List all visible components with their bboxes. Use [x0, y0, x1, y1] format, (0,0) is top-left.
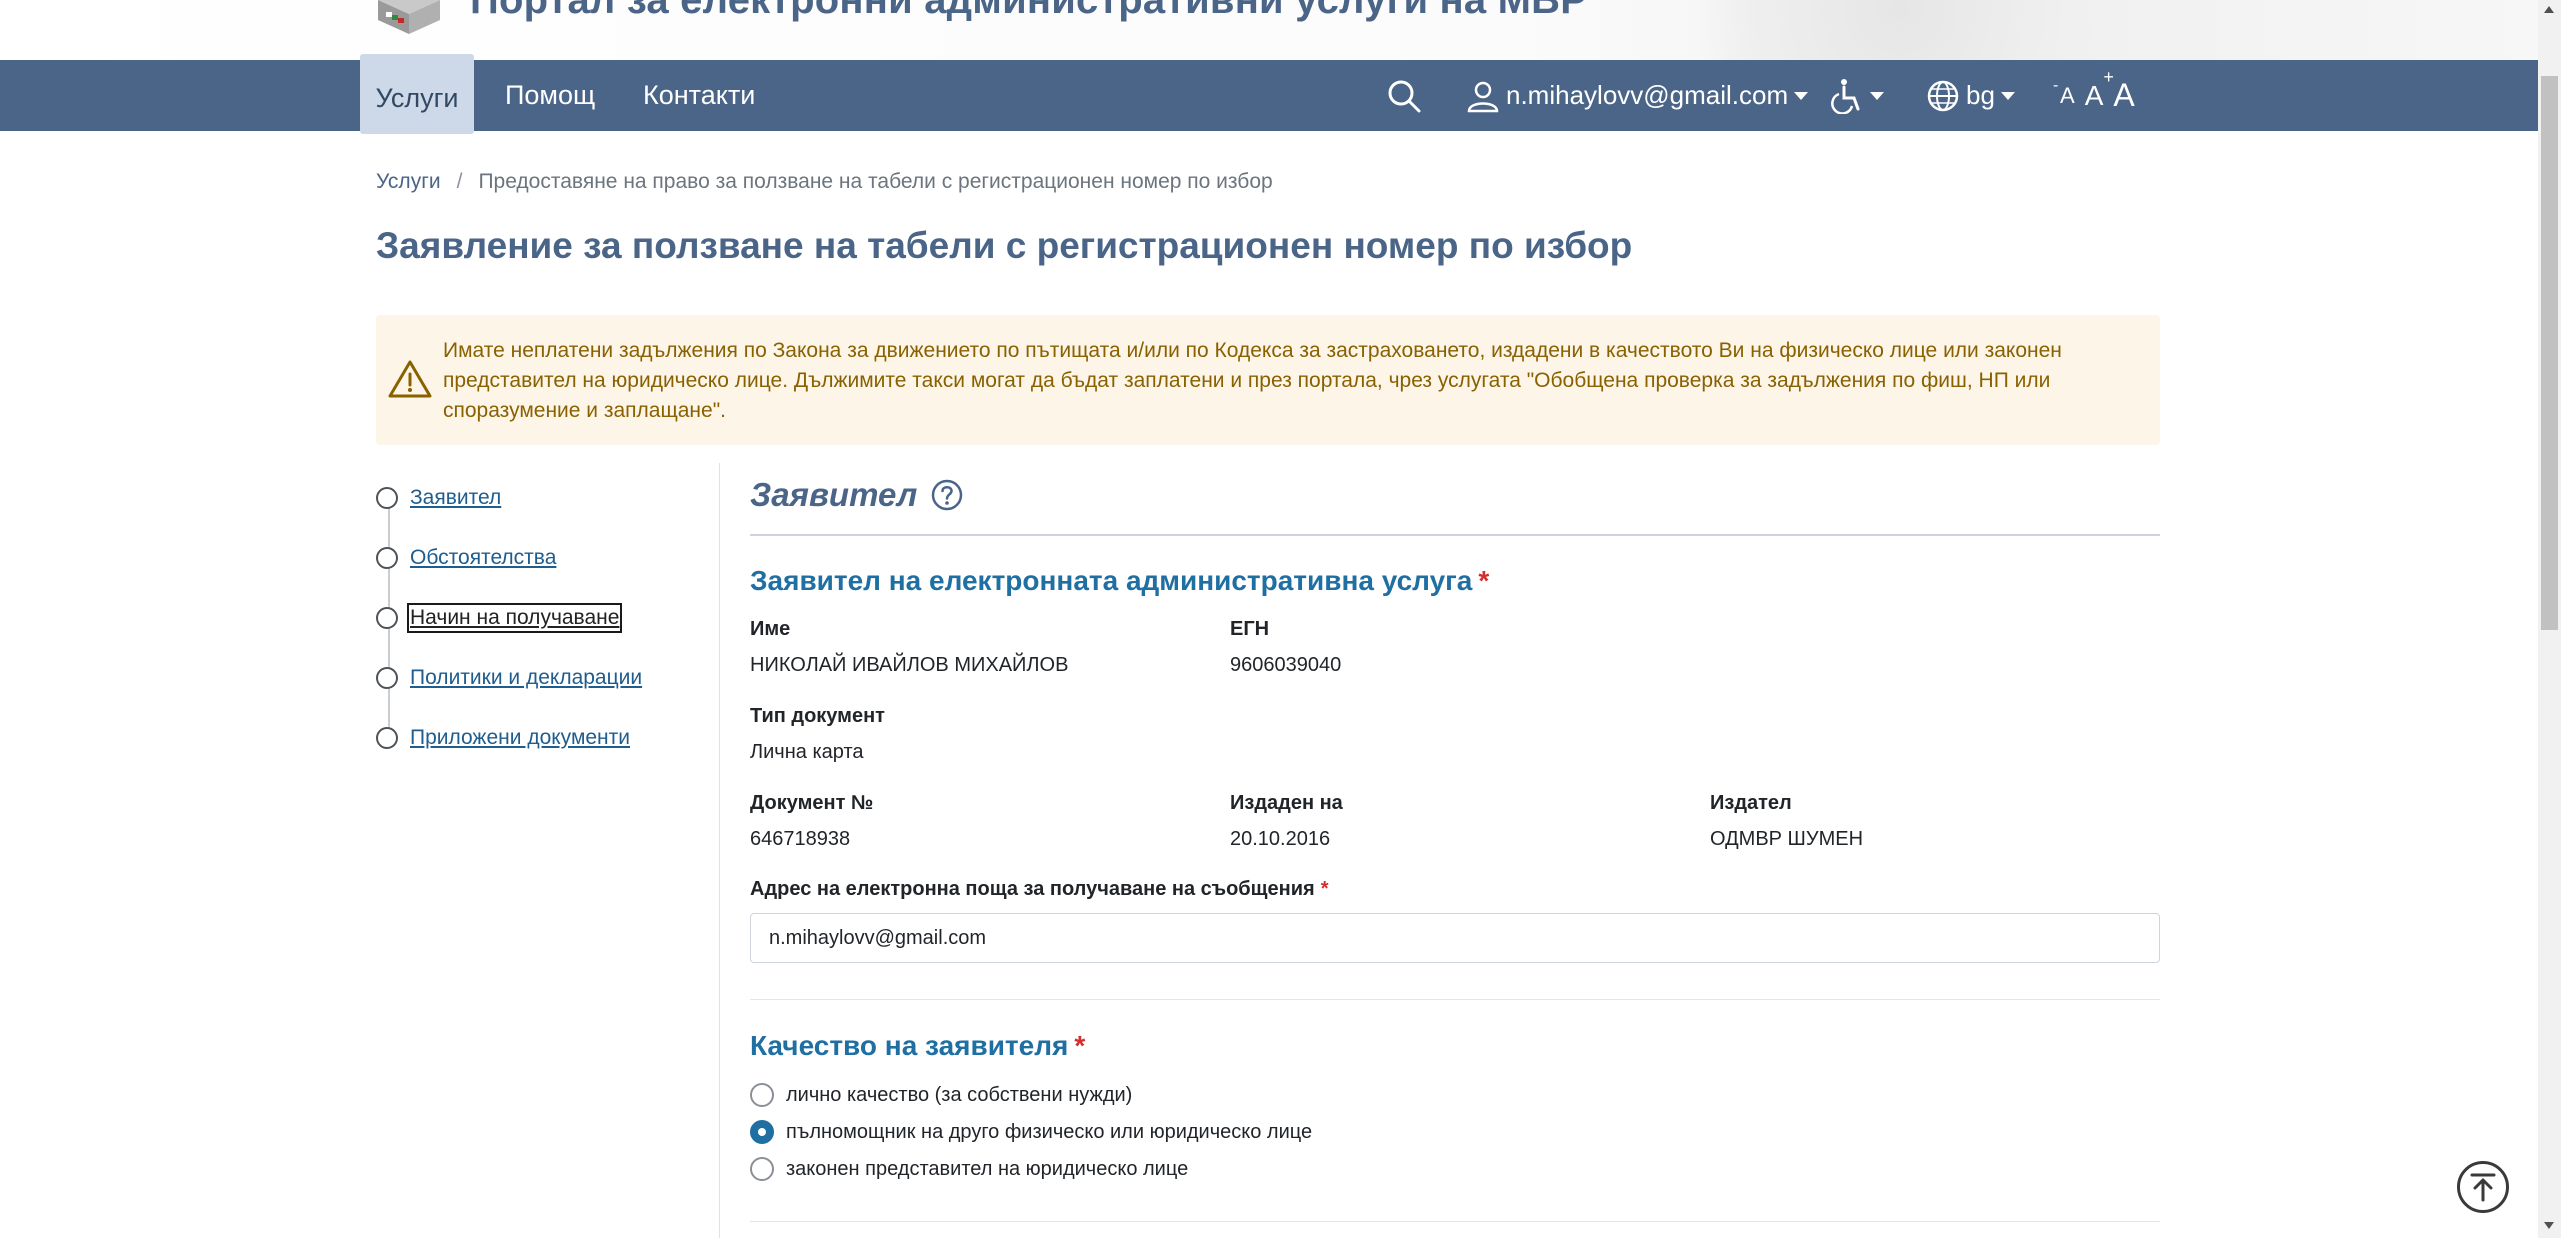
quality-heading-text: Качество на заявителя	[750, 1030, 1069, 1061]
step-label[interactable]: Политики и декларации	[410, 666, 642, 690]
step-label[interactable]: Начин на получаване	[406, 603, 623, 633]
nav-item-contacts[interactable]: Контакти	[643, 60, 755, 131]
radio-label[interactable]: лично качество (за собствени нужди)	[786, 1084, 1132, 1107]
accessibility-menu[interactable]	[1830, 60, 1884, 131]
chevron-down-icon	[2000, 91, 2015, 100]
search-icon	[1388, 80, 1421, 112]
mvr-logo-icon[interactable]	[378, 0, 440, 34]
egn-value: 9606039040	[1230, 654, 1342, 676]
section-title: Заявител	[750, 476, 963, 514]
user-icon	[1467, 81, 1499, 112]
chevron-down-icon	[1794, 91, 1809, 100]
step-circumstances[interactable]: Обстоятелства	[376, 543, 556, 573]
step-applicant[interactable]: Заявител	[376, 483, 501, 513]
section-title-text: Заявител	[750, 476, 918, 513]
help-icon[interactable]	[931, 479, 963, 511]
radio-button-checked[interactable]	[750, 1120, 774, 1144]
step-label[interactable]: Приложени документи	[410, 726, 630, 750]
breadcrumb-current: Предоставяне на право за ползване на таб…	[478, 170, 1273, 193]
docno-label: Документ №	[750, 792, 874, 814]
page-scrollbar[interactable]	[2538, 0, 2561, 1238]
applicant-heading-text: Заявител на електронната административна…	[750, 565, 1473, 596]
section-divider	[750, 999, 2160, 1000]
user-email: n.mihaylovv@gmail.com	[1506, 80, 1789, 110]
breadcrumb-link-services[interactable]: Услуги	[376, 170, 441, 193]
alert-text[interactable]: Имате неплатени задължения по Закона за …	[443, 336, 2133, 426]
required-mark: *	[1478, 565, 1490, 596]
radio-label[interactable]: законен представител на юридическо лице	[786, 1158, 1188, 1181]
required-mark: *	[1074, 1030, 1086, 1061]
docno-value: 646718938	[750, 828, 851, 850]
step-circle	[376, 487, 398, 509]
quality-option-proxy[interactable]: пълномощник на друго физическо или юриди…	[750, 1117, 1312, 1147]
portal-title[interactable]: Портал за електронни административни усл…	[470, 0, 1587, 23]
step-circle	[376, 547, 398, 569]
issuer-label: Издател	[1710, 792, 1792, 814]
language-menu[interactable]: bg	[1926, 60, 2015, 131]
breadcrumb-separator: /	[456, 170, 463, 193]
egn-label: ЕГН	[1230, 618, 1270, 640]
email-label: Адрес на електронна поща за получаване н…	[750, 878, 1329, 901]
scroll-down-arrow-icon[interactable]	[2544, 1222, 2554, 1229]
section-divider	[750, 1221, 2160, 1222]
scroll-to-top-button[interactable]	[2457, 1161, 2509, 1213]
step-circle	[376, 607, 398, 629]
name-label: Име	[750, 618, 791, 640]
radio-label[interactable]: пълномощник на друго физическо или юриди…	[786, 1121, 1312, 1144]
nav-item-help[interactable]: Помощ	[505, 60, 595, 131]
radio-button[interactable]	[750, 1083, 774, 1107]
scrollbar-thumb[interactable]	[2541, 76, 2558, 630]
banner-decoration	[1640, 0, 2160, 60]
main-navbar: Услуги Помощ Контакти n.mihaylovv@gmail.…	[0, 54, 2538, 134]
step-circle	[376, 667, 398, 689]
name-value: НИКОЛАЙ ИВАЙЛОВ МИХАЙЛОВ	[750, 654, 1069, 676]
top-banner: Портал за електронни административни усл…	[0, 0, 2538, 60]
issuer-value: ОДМВР ШУМЕН	[1710, 828, 1864, 850]
language-code: bg	[1966, 80, 1995, 110]
required-mark: *	[1320, 878, 1329, 900]
chevron-down-icon	[1870, 91, 1884, 100]
step-policies[interactable]: Политики и декларации	[376, 663, 642, 693]
quality-option-personal[interactable]: лично качество (за собствени нужди)	[750, 1080, 1132, 1110]
applicant-heading: Заявител на електронната административна…	[750, 565, 1489, 597]
section-divider	[750, 534, 2160, 536]
font-size-controls: A- A A +	[2053, 60, 2135, 131]
warning-icon	[388, 360, 432, 398]
step-delivery-method[interactable]: Начин на получаване	[376, 603, 623, 633]
nav-item-services[interactable]: Услуги	[360, 54, 474, 134]
font-increase-button[interactable]: A +	[2103, 67, 2134, 114]
step-label[interactable]: Заявител	[410, 486, 501, 510]
quality-heading: Качество на заявителя *	[750, 1030, 1085, 1062]
doctype-value: Лична карта	[750, 741, 864, 763]
email-field[interactable]: n.mihaylovv@gmail.com	[750, 913, 2160, 963]
step-circle	[376, 727, 398, 749]
font-decrease-button[interactable]: A-	[2053, 77, 2075, 109]
font-reset-button[interactable]: A	[2085, 80, 2104, 112]
doctype-label: Тип документ	[750, 705, 885, 727]
scroll-up-arrow-icon[interactable]	[2544, 6, 2554, 13]
step-label[interactable]: Обстоятелства	[410, 546, 556, 570]
user-menu[interactable]: n.mihaylovv@gmail.com	[1466, 60, 1809, 131]
breadcrumb: Услуги / Предоставяне на право за ползване…	[376, 170, 1273, 194]
quality-option-legal-rep[interactable]: законен представител на юридическо лице	[750, 1154, 1188, 1184]
step-attached-documents[interactable]: Приложени документи	[376, 723, 630, 753]
issued-value: 20.10.2016	[1230, 828, 1331, 850]
radio-button[interactable]	[750, 1157, 774, 1181]
warning-alert: Имате неплатени задължения по Закона за …	[376, 315, 2160, 445]
globe-icon	[1927, 80, 1959, 111]
accessibility-icon	[1831, 78, 1860, 114]
column-divider	[719, 463, 720, 1238]
search-button[interactable]	[1386, 60, 1422, 131]
arrow-up-icon	[2470, 1173, 2496, 1202]
issued-label: Издаден на	[1230, 792, 1343, 814]
page-title: Заявление за ползване на табели с регист…	[376, 225, 1633, 266]
email-label-text: Адрес на електронна поща за получаване н…	[750, 878, 1315, 900]
